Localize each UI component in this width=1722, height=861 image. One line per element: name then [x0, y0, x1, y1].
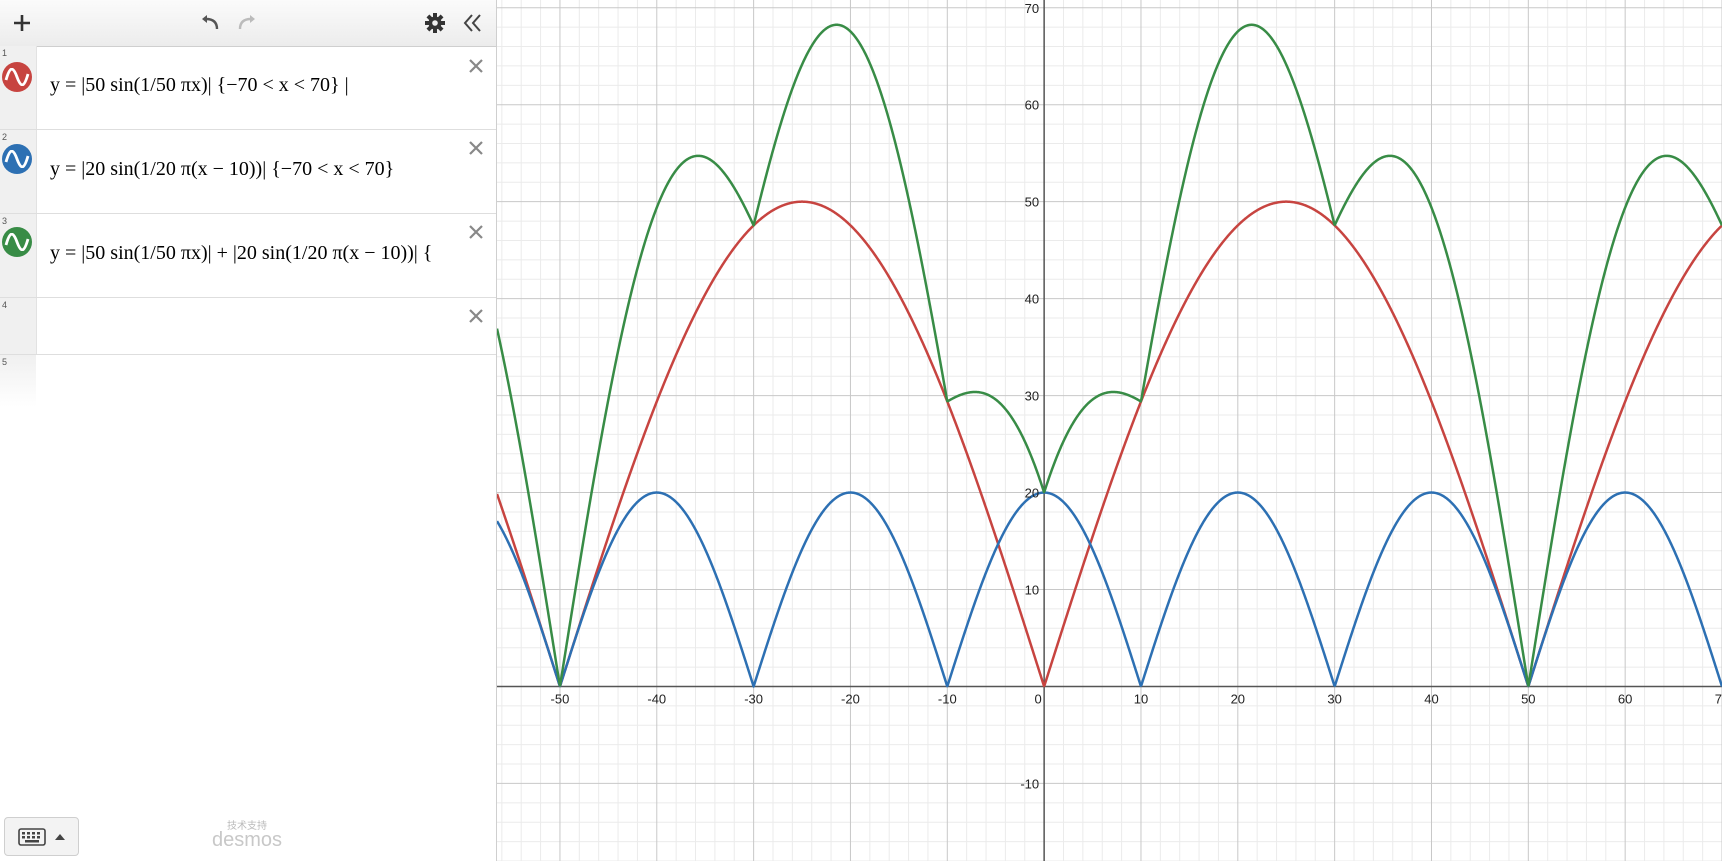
expression-toolbar — [0, 0, 496, 47]
x-tick-label: 70 — [1715, 691, 1722, 706]
expression-row-1[interactable]: 1 y = |50 sin(1/50 πx)| {−70 < x < 70} | — [0, 46, 496, 130]
x-tick-label: -10 — [938, 691, 957, 706]
x-tick-label: 60 — [1618, 691, 1632, 706]
wave-icon[interactable] — [2, 62, 32, 92]
y-tick-label: 20 — [1025, 486, 1039, 501]
expression-gutter: 3 — [0, 214, 37, 297]
double-chevron-left-icon[interactable] — [458, 8, 488, 38]
minor-grid — [497, 0, 1722, 861]
undo-icon[interactable] — [194, 8, 224, 38]
keyboard-toggle-button[interactable] — [4, 817, 79, 856]
redo-icon[interactable] — [233, 8, 263, 38]
expression-gutter: 2 — [0, 130, 37, 213]
expression-row-5[interactable]: 5 — [0, 355, 496, 407]
plus-icon[interactable] — [7, 8, 37, 38]
y-tick-label: 60 — [1025, 98, 1039, 113]
keyboard-icon — [17, 827, 46, 846]
caret-up-icon — [54, 833, 65, 840]
x-tick-label: 30 — [1327, 691, 1341, 706]
graph-canvas[interactable]: -50 -40 -30 -20 -10 0 10 20 30 40 50 60 70 -10 10 20 30 4… — [497, 0, 1722, 861]
expression-gutter: 4 — [0, 298, 37, 354]
close-icon[interactable] — [464, 304, 488, 328]
x-tick-label: -50 — [551, 691, 570, 706]
expression-list-panel: 1 y = |50 sin(1/50 πx)| {−70 < x < 70} |… — [0, 0, 497, 861]
wave-icon[interactable] — [2, 227, 32, 257]
x-tick-label: 50 — [1521, 691, 1535, 706]
curve-1-red — [497, 200, 1722, 688]
close-icon[interactable] — [464, 136, 488, 160]
x-tick-label: -40 — [647, 691, 666, 706]
expression-formula[interactable]: y = |20 sin(1/20 π(x − 10))| {−70 < x < … — [50, 158, 460, 181]
close-icon[interactable] — [464, 54, 488, 78]
y-tick-label: 10 — [1025, 583, 1039, 598]
expression-number: 3 — [2, 216, 8, 226]
expression-number: 2 — [2, 132, 8, 142]
expression-gutter: 1 — [0, 46, 37, 129]
x-tick-label: 40 — [1424, 691, 1438, 706]
y-tick-label: 40 — [1025, 292, 1039, 307]
y-tick-label: 30 — [1025, 389, 1039, 404]
x-tick-label: 10 — [1134, 691, 1148, 706]
x-tick-label: 0 — [1035, 691, 1042, 706]
expression-gutter: 5 — [0, 355, 36, 407]
expression-number: 1 — [2, 48, 8, 58]
axes — [497, 0, 1722, 861]
x-tick-label: -20 — [841, 691, 860, 706]
y-tick-label: -10 — [1020, 776, 1039, 791]
close-icon[interactable] — [464, 220, 488, 244]
expression-formula[interactable]: y = |50 sin(1/50 πx)| {−70 < x < 70} | — [50, 74, 460, 97]
expression-number: 4 — [2, 300, 8, 310]
expression-number: 5 — [2, 357, 8, 367]
y-tick-label: 70 — [1025, 1, 1039, 16]
gear-icon[interactable] — [420, 8, 450, 38]
desmos-logo: desmos — [211, 829, 283, 851]
expression-row-4[interactable]: 4 — [0, 298, 496, 355]
x-tick-label: -30 — [744, 691, 763, 706]
wave-icon[interactable] — [2, 144, 32, 174]
expression-formula[interactable]: y = |50 sin(1/50 πx)| + |20 sin(1/20 π(x… — [50, 242, 460, 265]
powered-by-logo: 技术支持 desmos — [207, 817, 287, 852]
x-tick-label: 20 — [1231, 691, 1245, 706]
y-tick-label: 50 — [1025, 195, 1039, 210]
major-grid — [497, 0, 1722, 861]
expression-row-2[interactable]: 2 y = |20 sin(1/20 π(x − 10))| {−70 < x … — [0, 130, 496, 214]
expression-row-3[interactable]: 3 y = |50 sin(1/50 πx)| + |20 sin(1/20 π… — [0, 214, 496, 298]
